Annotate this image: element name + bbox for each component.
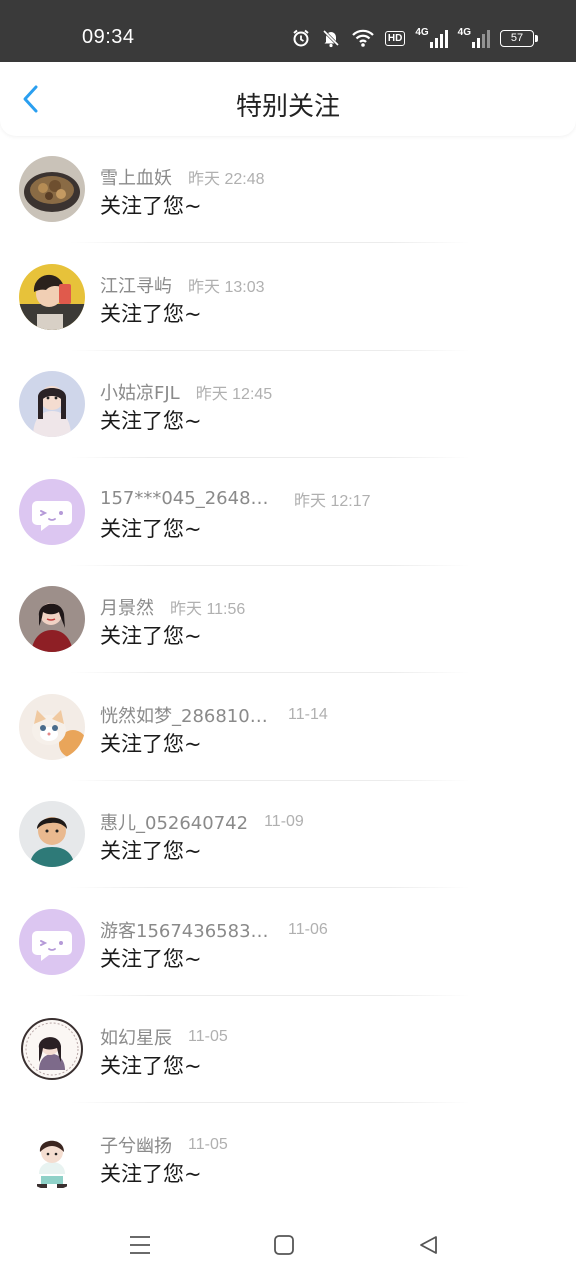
status-bar: 09:34 HD 4G 4G 57 bbox=[0, 0, 576, 62]
default-chat-avatar-icon bbox=[19, 908, 85, 975]
timestamp: 11-05 bbox=[188, 1135, 228, 1153]
status-icons: HD 4G 4G 57 bbox=[291, 26, 538, 50]
timestamp: 昨天 22:48 bbox=[188, 171, 265, 188]
avatar[interactable] bbox=[19, 263, 85, 330]
message-text: 关注了您~ bbox=[100, 1054, 202, 1078]
message-text: 关注了您~ bbox=[100, 301, 202, 326]
default-chat-avatar-icon bbox=[19, 478, 85, 545]
name-line: 雪上血妖 昨天 22:48 bbox=[100, 164, 265, 190]
name-line: 江江寻屿 昨天 13:03 bbox=[100, 272, 265, 298]
user-name[interactable]: 如幻星辰 bbox=[100, 1024, 172, 1050]
message-text: 关注了您~ bbox=[100, 946, 202, 971]
home-button[interactable] bbox=[268, 1230, 300, 1260]
mute-icon bbox=[321, 26, 341, 50]
list-item[interactable]: 雪上血妖 昨天 22:48 关注了您~ bbox=[0, 136, 576, 244]
message-text: 关注了您~ bbox=[100, 516, 202, 541]
menu-icon bbox=[130, 1236, 150, 1254]
signal-4g-icon-2: 4G bbox=[458, 28, 490, 48]
timestamp: 昨天 12:17 bbox=[294, 492, 371, 510]
name-line: 子兮幽扬 11-05 bbox=[100, 1132, 228, 1158]
timestamp: 11-05 bbox=[188, 1028, 228, 1045]
message-text: 关注了您~ bbox=[100, 409, 202, 433]
name-line: 如幻星辰 11-05 bbox=[100, 1024, 228, 1050]
name-line: 游客15674365830... 11-06 bbox=[100, 917, 328, 943]
list-item[interactable]: 小姑凉FJL 昨天 12:45 关注了您~ bbox=[0, 351, 576, 459]
list-item[interactable]: 157***045_26480... 昨天 12:17 关注了您~ bbox=[0, 459, 576, 567]
back-triangle-icon bbox=[420, 1236, 437, 1254]
timestamp: 昨天 12:45 bbox=[195, 386, 273, 403]
avatar[interactable] bbox=[19, 478, 85, 545]
avatar[interactable] bbox=[19, 693, 85, 760]
user-name[interactable]: 雪上血妖 bbox=[100, 164, 172, 190]
message-text: 关注了您~ bbox=[100, 731, 202, 756]
avatar[interactable] bbox=[19, 1123, 85, 1190]
list-item[interactable]: 惠儿_052640742 11-09 关注了您~ bbox=[0, 781, 576, 889]
message-text: 关注了您~ bbox=[100, 194, 202, 218]
user-name[interactable]: 恍然如梦_2868100... bbox=[100, 702, 272, 728]
user-name[interactable]: 小姑凉FJL bbox=[100, 379, 180, 405]
message-text: 关注了您~ bbox=[100, 1161, 202, 1186]
status-time: 09:34 bbox=[82, 26, 135, 48]
page-title: 特别关注 bbox=[235, 92, 340, 122]
back-nav-button[interactable] bbox=[412, 1230, 444, 1260]
notification-list: 雪上血妖 昨天 22:48 关注了您~ 江江寻屿 昨天 13:03 关注了您~ … bbox=[0, 136, 576, 1211]
timestamp: 昨天 11:56 bbox=[170, 601, 246, 618]
list-item[interactable]: 恍然如梦_2868100... 11-14 关注了您~ bbox=[0, 674, 576, 782]
name-line: 小姑凉FJL 昨天 12:45 bbox=[100, 379, 272, 405]
user-name[interactable]: 157***045_26480... bbox=[100, 488, 272, 509]
menu-button[interactable] bbox=[124, 1230, 156, 1260]
message-text: 关注了您~ bbox=[100, 624, 202, 648]
timestamp: 昨天 13:03 bbox=[188, 278, 265, 296]
user-name[interactable]: 惠儿_052640742 bbox=[100, 809, 248, 835]
top-header: 特别关注 bbox=[0, 62, 576, 136]
list-item[interactable]: 子兮幽扬 11-05 关注了您~ bbox=[0, 1104, 576, 1212]
user-name[interactable]: 游客15674365830... bbox=[100, 917, 272, 943]
avatar[interactable] bbox=[19, 1016, 85, 1082]
avatar[interactable] bbox=[19, 801, 85, 867]
battery-icon: 57 bbox=[500, 29, 538, 47]
hd-icon: HD bbox=[384, 26, 406, 50]
signal-4g-icon: 4G bbox=[415, 28, 448, 48]
timestamp: 11-06 bbox=[288, 920, 328, 938]
wifi-icon bbox=[351, 26, 375, 50]
list-item[interactable]: 如幻星辰 11-05 关注了您~ bbox=[0, 996, 576, 1104]
system-nav-bar bbox=[0, 1212, 576, 1280]
user-name[interactable]: 月景然 bbox=[100, 594, 154, 620]
avatar[interactable] bbox=[19, 156, 85, 222]
home-square-icon bbox=[274, 1235, 294, 1255]
name-line: 157***045_26480... 昨天 12:17 bbox=[100, 487, 371, 511]
avatar[interactable] bbox=[19, 371, 85, 437]
battery-level: 57 bbox=[510, 32, 524, 44]
list-item[interactable]: 江江寻屿 昨天 13:03 关注了您~ bbox=[0, 244, 576, 352]
user-name[interactable]: 江江寻屿 bbox=[100, 272, 172, 298]
timestamp: 11-09 bbox=[264, 813, 304, 830]
list-item[interactable]: 游客15674365830... 11-06 关注了您~ bbox=[0, 889, 576, 997]
name-line: 惠儿_052640742 11-09 bbox=[100, 809, 304, 835]
avatar[interactable] bbox=[19, 586, 85, 652]
name-line: 月景然 昨天 11:56 bbox=[100, 594, 245, 620]
avatar[interactable] bbox=[19, 908, 85, 975]
alarm-icon bbox=[291, 26, 311, 50]
timestamp: 11-14 bbox=[288, 705, 328, 723]
user-name[interactable]: 子兮幽扬 bbox=[100, 1132, 172, 1158]
message-text: 关注了您~ bbox=[100, 839, 202, 863]
list-item[interactable]: 月景然 昨天 11:56 关注了您~ bbox=[0, 566, 576, 674]
name-line: 恍然如梦_2868100... 11-14 bbox=[100, 702, 328, 728]
